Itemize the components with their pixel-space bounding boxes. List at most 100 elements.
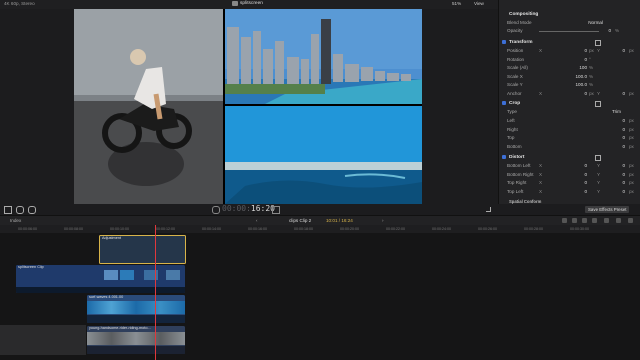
x-value[interactable]: 100 [579,64,587,72]
splitscreen-clip[interactable]: splitscreen Clip [16,265,185,293]
crop-value[interactable]: 0 [622,134,625,142]
x-axis-label: X [539,48,543,53]
x-value[interactable]: 0 [584,179,587,187]
effects-browser-icon[interactable] [616,218,621,223]
adjustment-clip[interactable]: Adjustment [99,235,186,264]
crop-value[interactable]: 0 [622,143,625,151]
x-value[interactable]: 0 [584,56,587,64]
timeline-duration: 10:01 / 16:24 [326,218,353,223]
transitions-browser-icon[interactable] [628,218,633,223]
timeline-tracks[interactable]: Adjustment splitscreen Clip surf-waves 4… [0,233,640,360]
distort-row-label: Top Left [507,188,524,194]
forward-arrow-icon[interactable]: › [382,218,384,223]
x-value[interactable]: 0 [584,188,587,196]
y-value[interactable]: 0 [622,47,625,55]
compositing-section[interactable]: Compositing [499,10,640,19]
crop-row[interactable]: Right 0 px [499,126,640,134]
skyline-image [225,9,422,104]
playhead[interactable] [155,225,156,360]
x-axis-label: X [539,90,543,96]
crop-row[interactable]: Bottom 0 px [499,143,640,151]
x-axis-label: X [539,180,543,185]
ruler-mark: 00:00:26:00 [478,226,497,231]
clip-appearance-icon[interactable] [604,218,609,223]
crop-value[interactable]: 0 [622,126,625,134]
x-value[interactable]: 0 [584,171,587,179]
transform-row[interactable]: Scale Y 100.0% [499,81,640,89]
fullscreen-icon[interactable] [272,206,280,214]
transform-row[interactable]: Rotation 0 ° [499,56,640,64]
crop-onscreen-icon[interactable] [595,101,601,107]
opacity-value[interactable]: 0 [608,27,611,35]
distort-row[interactable]: Top Right X 0 Y 0 px [499,179,640,187]
x-unit: % [589,82,594,87]
timecode-display[interactable]: 00:00:16:20 [222,204,275,213]
opacity-slider[interactable] [539,30,599,32]
solo-icon[interactable] [582,218,587,223]
snapping-icon[interactable] [592,218,597,223]
clip-icon [232,1,238,6]
play-button[interactable] [212,206,220,214]
blend-mode-row[interactable]: Blend Mode Normal [499,19,640,27]
crop-value[interactable]: 0 [622,117,625,125]
unit: px [629,188,634,194]
x-axis-label: X [539,188,543,194]
audio-skimming-icon[interactable] [572,218,577,223]
skimming-icon[interactable] [562,218,567,223]
moto-clip[interactable]: young-handsome-rider-riding-moto... [87,326,185,354]
transform-onscreen-icon[interactable] [595,40,601,46]
blend-mode-label: Blend Mode [507,20,532,25]
viewer-canvas[interactable] [74,9,422,204]
crop-type-row[interactable]: Type Trim [499,108,640,116]
distort-onscreen-icon[interactable] [595,155,601,161]
y-axis-label: Y [597,163,601,168]
audio-waveform [87,346,185,354]
y-value[interactable]: 0 [622,171,625,179]
x-value[interactable]: 100.0 [576,81,588,89]
crop-row[interactable]: Top 0 px [499,134,640,142]
save-effects-preset-button[interactable]: Save Effects Preset [585,206,630,213]
transform-row[interactable]: Scale (All) 100% [499,64,640,72]
transform-checkbox[interactable] [502,40,506,44]
speed-icon[interactable] [28,206,36,214]
view-menu[interactable]: View [474,1,484,6]
distort-section[interactable]: Distort [499,153,640,162]
crop-type-value[interactable]: Trim [612,108,621,116]
x-value[interactable]: 100.0 [576,73,588,81]
resize-icon[interactable] [486,207,491,212]
y-value[interactable]: 0 [622,179,625,187]
crop-section[interactable]: Crop [499,99,640,108]
distort-checkbox[interactable] [502,155,506,159]
thumb-strip [87,332,185,345]
moto-clip-name: young-handsome-rider-riding-moto... [89,326,151,330]
blend-mode-value[interactable]: Normal [588,19,603,27]
select-tool-icon[interactable] [4,206,12,214]
audio-waveform [16,287,185,293]
transform-section[interactable]: Transform [499,38,640,47]
enhance-icon[interactable] [16,206,24,214]
y-value[interactable]: 0 [622,188,625,196]
back-arrow-icon[interactable]: ‹ [256,218,258,223]
opacity-row[interactable]: Opacity 0 % [499,27,640,35]
y-value[interactable]: 0 [622,90,625,98]
x-value[interactable]: 0 [584,162,587,170]
distort-row[interactable]: Bottom Right X 0 Y 0 px [499,171,640,179]
distort-row-label: Top Right [507,180,527,185]
zoom-dropdown[interactable]: 51% [452,1,461,6]
crop-checkbox[interactable] [502,101,506,105]
y-value[interactable]: 0 [622,162,625,170]
transform-row[interactable]: Scale X 100.0% [499,73,640,81]
x-value[interactable]: 0 [584,47,587,55]
ruler-mark: 00:00:16:00 [248,226,267,231]
distort-row[interactable]: Bottom Left X 0 Y 0 px [499,162,640,170]
y-unit: px [629,90,634,96]
x-value[interactable]: 0 [584,90,587,98]
project-clip-name[interactable]: clips Clip 2 [289,218,311,223]
transform-row[interactable]: Position X 0 px Y 0 px [499,47,640,55]
crop-row[interactable]: Left 0 px [499,117,640,125]
distort-row[interactable]: Top Left X 0 Y 0 px [499,188,640,196]
index-button[interactable]: Index [10,218,21,223]
surf-clip[interactable]: surf-waves 4.001.00 [87,295,185,323]
transform-row[interactable]: Anchor X 0 px Y 0 px [499,90,640,98]
audio-waveform [87,315,185,323]
